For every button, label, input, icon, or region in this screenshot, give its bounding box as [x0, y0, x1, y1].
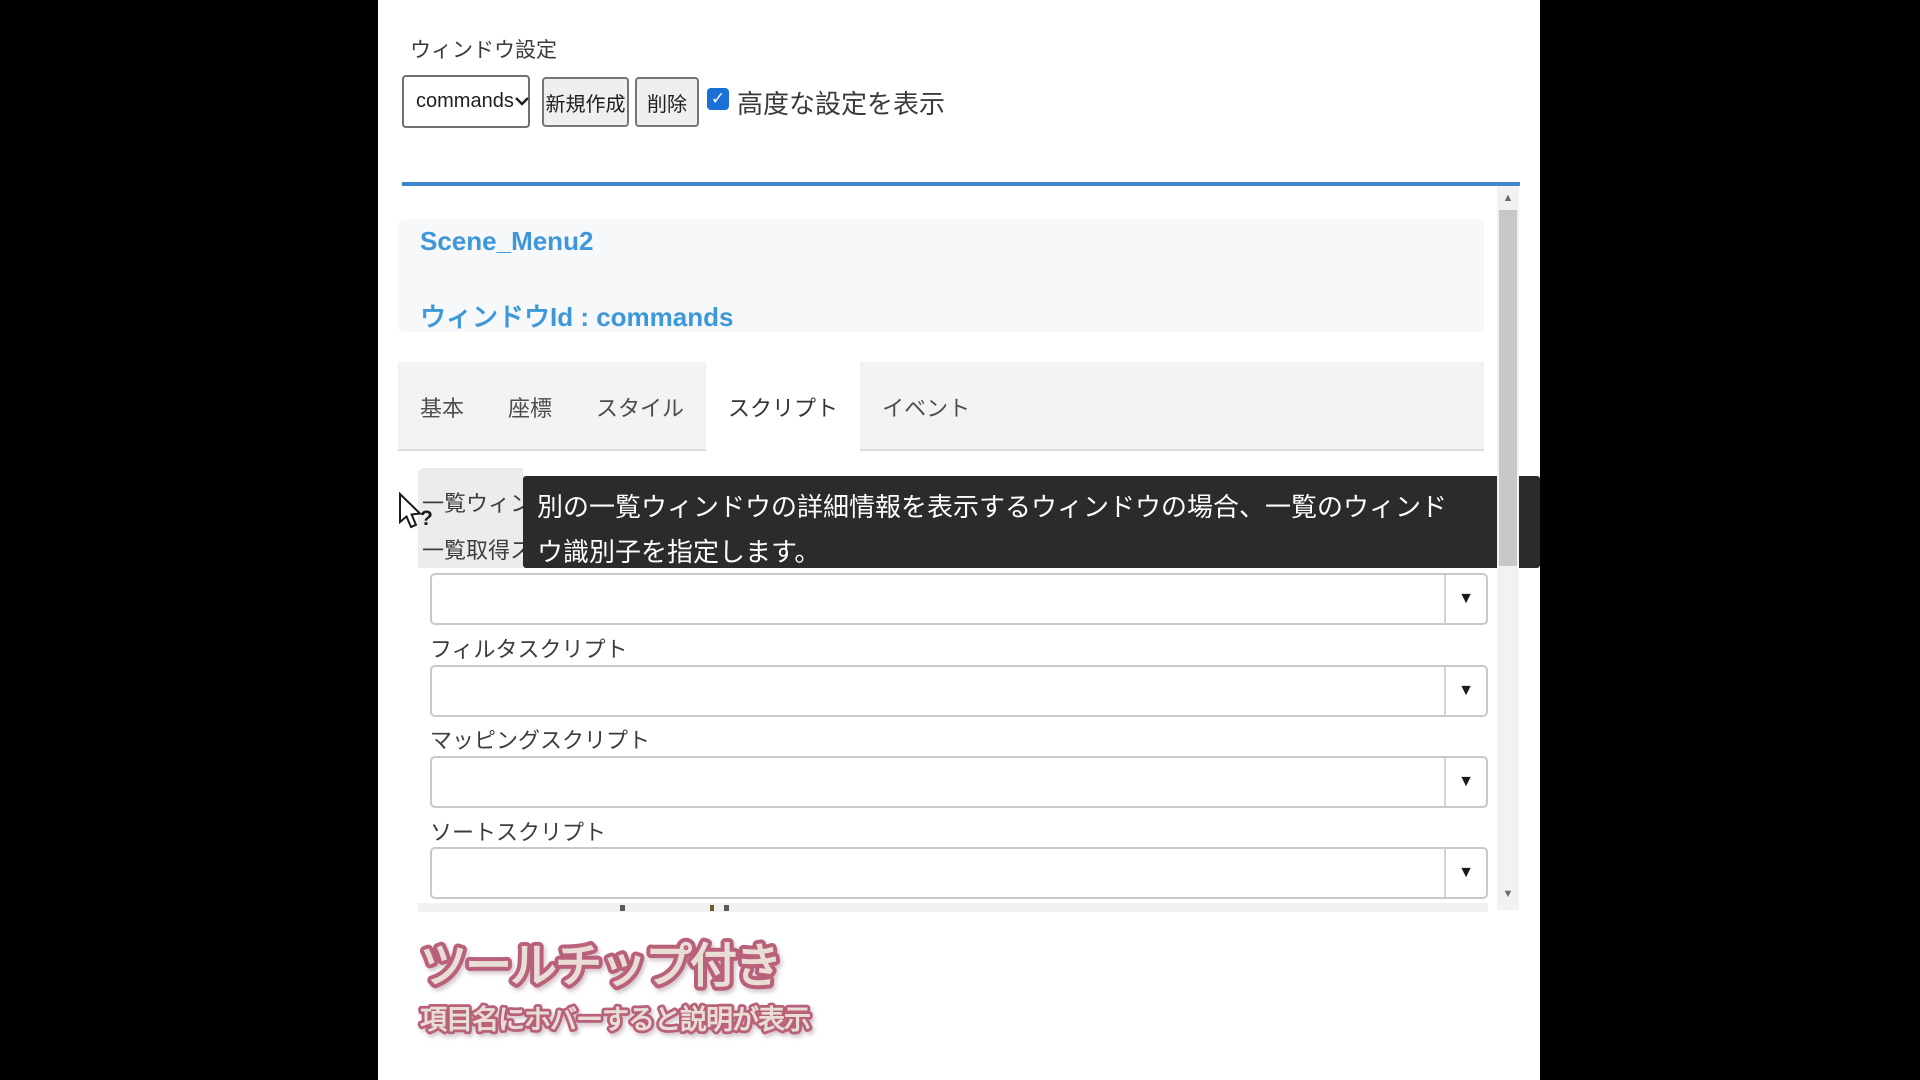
- tab-script[interactable]: スクリプト: [706, 362, 860, 451]
- mouse-cursor-icon: ?: [394, 492, 440, 540]
- help-question-icon: ?: [420, 507, 433, 530]
- scrollbar[interactable]: ▲ ▼: [1497, 186, 1519, 910]
- chevron-down-icon: [514, 93, 530, 111]
- sort-script-combobox[interactable]: ▼: [430, 847, 1488, 899]
- tooltip-line: ウ識別子を指定します。: [537, 532, 820, 569]
- footer-headline-art: ツールチップ付き: [408, 928, 868, 1002]
- tab-basic[interactable]: 基本: [398, 362, 486, 451]
- window-select-value: commands: [416, 90, 514, 113]
- create-new-button[interactable]: 新規作成: [542, 77, 629, 127]
- filter-script-label[interactable]: フィルタスクリプト: [430, 632, 628, 664]
- screenshot-stage: ウィンドウ設定 commands 新規作成 削除 ✓ 高度な設定を表示 Scen…: [0, 0, 1920, 1080]
- tab-style[interactable]: スタイル: [574, 362, 706, 451]
- window-settings-title: ウィンドウ設定: [410, 34, 557, 64]
- scroll-up-icon[interactable]: ▲: [1497, 192, 1519, 204]
- list-acquire-script-combobox[interactable]: ▼: [430, 573, 1488, 625]
- dropdown-arrow-icon: ▼: [1446, 575, 1486, 623]
- dropdown-arrow-icon: ▼: [1446, 758, 1486, 806]
- clipped-row-fragment: [418, 903, 1488, 912]
- scroll-down-icon[interactable]: ▼: [1497, 888, 1519, 900]
- dropdown-arrow-icon: ▼: [1446, 849, 1486, 897]
- window-id-heading: ウィンドウId : commands: [420, 297, 733, 334]
- scene-heading: Scene_Menu2: [420, 226, 593, 257]
- advanced-settings-label[interactable]: 高度な設定を表示: [737, 84, 945, 121]
- dropdown-arrow-icon: ▼: [1446, 667, 1486, 715]
- tab-strip: 基本 座標 スタイル スクリプト イベント: [398, 362, 1484, 451]
- footer-subline: 項目名にホバーすると説明が表示: [420, 1004, 810, 1035]
- tooltip: 別の一覧ウィンドウの詳細情報を表示するウィンドウの場合、一覧のウィンド ウ識別子…: [523, 476, 1540, 568]
- tooltip-line: 別の一覧ウィンドウの詳細情報を表示するウィンドウの場合、一覧のウィンド: [537, 487, 1447, 524]
- tab-event[interactable]: イベント: [860, 362, 992, 451]
- checkbox-check-icon: ✓: [711, 89, 725, 109]
- mapping-script-combobox[interactable]: ▼: [430, 756, 1488, 808]
- footer-subline-art: 項目名にホバーすると説明が表示: [408, 996, 888, 1044]
- window-select[interactable]: commands: [402, 75, 530, 128]
- advanced-settings-checkbox[interactable]: ✓: [707, 88, 729, 110]
- panel-top-border: [402, 182, 1520, 186]
- mapping-script-label[interactable]: マッピングスクリプト: [430, 723, 650, 755]
- filter-script-combobox[interactable]: ▼: [430, 665, 1488, 717]
- footer-headline: ツールチップ付き: [420, 939, 780, 992]
- sort-script-label[interactable]: ソートスクリプト: [430, 815, 606, 847]
- scroll-thumb[interactable]: [1499, 210, 1517, 566]
- tab-coordinates[interactable]: 座標: [486, 362, 574, 451]
- delete-button[interactable]: 削除: [635, 77, 699, 127]
